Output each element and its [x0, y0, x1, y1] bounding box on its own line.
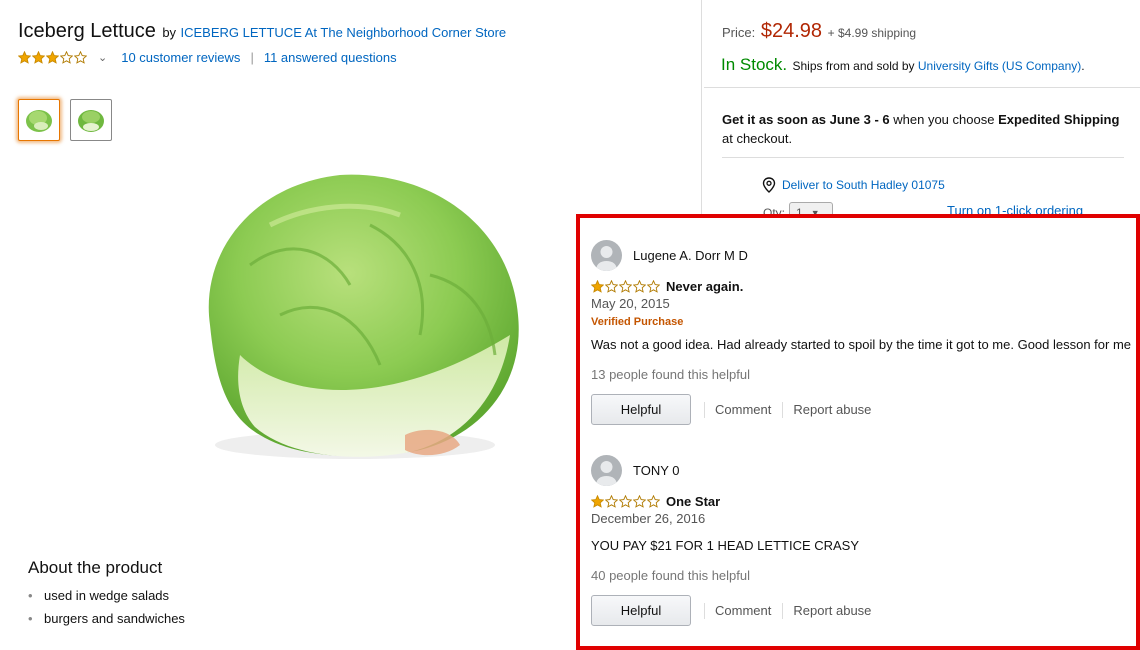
avatar [591, 240, 622, 271]
divider [704, 87, 1140, 88]
deliver-to-link[interactable]: Deliver to South Hadley 01075 [782, 178, 945, 192]
comment-link[interactable]: Comment [715, 603, 771, 618]
star-empty-icon [633, 280, 646, 293]
review-card: Lugene A. Dorr M D Never again. May 20, … [591, 240, 1136, 425]
star-filled-icon [32, 51, 45, 64]
delivery-suffix: at checkout. [722, 131, 793, 146]
review-star-rating[interactable] [591, 495, 661, 508]
thumbnail-1[interactable] [18, 99, 60, 141]
star-filled-icon [591, 280, 604, 293]
delivery-mid: when you choose [893, 112, 995, 127]
product-rating-row: ⌄ 10 customer reviews | 11 answered ques… [18, 50, 397, 65]
star-empty-icon [619, 280, 632, 293]
product-image[interactable] [180, 165, 530, 475]
answered-questions-link[interactable]: 11 answered questions [264, 50, 397, 65]
helpful-button[interactable]: Helpful [591, 394, 691, 425]
star-empty-icon [60, 51, 73, 64]
customer-reviews-link[interactable]: 10 customer reviews [121, 50, 240, 65]
about-bullet: burgers and sandwiches [28, 607, 185, 630]
buy-box: Price: $24.98 + $4.99 shipping In Stock.… [701, 0, 1140, 230]
report-abuse-link[interactable]: Report abuse [793, 603, 871, 618]
by-label: by [162, 25, 177, 40]
deliver-to-row[interactable]: Deliver to South Hadley 01075 [762, 177, 945, 193]
star-empty-icon [647, 280, 660, 293]
divider [722, 157, 1124, 158]
reviewer[interactable]: TONY 0 [591, 455, 1136, 486]
reviews-highlight-box: Lugene A. Dorr M D Never again. May 20, … [576, 214, 1140, 650]
delivery-dates: June 3 - 6 [829, 112, 890, 127]
reviewer-name: Lugene A. Dorr M D [633, 248, 748, 263]
comment-link[interactable]: Comment [715, 402, 771, 417]
helpful-count: 13 people found this helpful [591, 367, 751, 382]
review-title[interactable]: Never again. [666, 279, 743, 294]
review-actions: Helpful Comment Report abuse [591, 394, 1136, 425]
verified-purchase-badge: Verified Purchase [591, 316, 684, 328]
report-abuse-link[interactable]: Report abuse [793, 402, 871, 417]
lettuce-thumb-icon [26, 110, 52, 132]
shipping-cost: + $4.99 shipping [827, 26, 917, 40]
review-body: YOU PAY $21 FOR 1 HEAD LETTICE CRASY [591, 538, 860, 553]
lettuce-thumb-icon [78, 110, 104, 132]
seller-suffix: . [1081, 59, 1085, 73]
review-date: May 20, 2015 [591, 296, 670, 311]
star-filled-icon [18, 51, 31, 64]
star-empty-icon [605, 495, 618, 508]
thumbnail-2[interactable] [70, 99, 112, 141]
ships-from-label: Ships from and sold by [792, 59, 915, 73]
divider [782, 401, 784, 418]
about-product-section: About the product used in wedge salads b… [28, 558, 185, 630]
helpful-count: 40 people found this helpful [591, 568, 751, 583]
about-heading: About the product [28, 558, 163, 577]
review-star-rating[interactable] [591, 280, 661, 293]
product-star-rating[interactable] [18, 51, 88, 64]
reviewer[interactable]: Lugene A. Dorr M D [591, 240, 1136, 271]
star-empty-icon [647, 495, 660, 508]
star-filled-icon [591, 495, 604, 508]
helpful-button[interactable]: Helpful [591, 595, 691, 626]
price-value: $24.98 [760, 20, 823, 42]
review-actions: Helpful Comment Report abuse [591, 595, 1136, 626]
review-date: December 26, 2016 [591, 511, 706, 526]
stock-row: In Stock. Ships from and sold by Univers… [721, 55, 1085, 75]
price-label: Price: [722, 25, 756, 40]
divider [704, 602, 705, 619]
delivery-estimate: Get it as soon as June 3 - 6 when you ch… [722, 110, 1127, 148]
review-rating-row: Never again. [591, 279, 1136, 294]
review-rating-row: One Star [591, 494, 1136, 509]
product-title-row: Iceberg Lettuce by ICEBERG LETTUCE At Th… [18, 20, 506, 43]
brand-link[interactable]: ICEBERG LETTUCE At The Neighborhood Corn… [181, 25, 507, 40]
location-pin-icon [762, 177, 776, 193]
review-title[interactable]: One Star [666, 494, 720, 509]
star-empty-icon [633, 495, 646, 508]
star-empty-icon [619, 495, 632, 508]
price-row: Price: $24.98 + $4.99 shipping [722, 20, 916, 43]
divider [704, 401, 705, 418]
product-title: Iceberg Lettuce [18, 20, 156, 42]
star-empty-icon [605, 280, 618, 293]
about-bullet: used in wedge salads [28, 584, 185, 607]
star-empty-icon [74, 51, 87, 64]
avatar [591, 455, 622, 486]
seller-link[interactable]: University Gifts (US Company) [918, 59, 1081, 73]
reviewer-name: TONY 0 [633, 463, 680, 478]
star-filled-icon [46, 51, 59, 64]
divider [782, 602, 784, 619]
review-card: TONY 0 One Star December 26, 2016 YOU PA… [591, 455, 1136, 626]
person-icon [596, 461, 617, 486]
about-bullets: used in wedge salads burgers and sandwic… [28, 584, 185, 630]
in-stock-status: In Stock. [721, 55, 788, 74]
review-body: Was not a good idea. Had already started… [591, 337, 1132, 352]
person-icon [596, 246, 617, 271]
delivery-method: Expedited Shipping [998, 112, 1120, 127]
separator: | [250, 50, 254, 65]
chevron-down-icon[interactable]: ⌄ [98, 51, 107, 64]
delivery-prefix: Get it as soon as [722, 112, 827, 127]
